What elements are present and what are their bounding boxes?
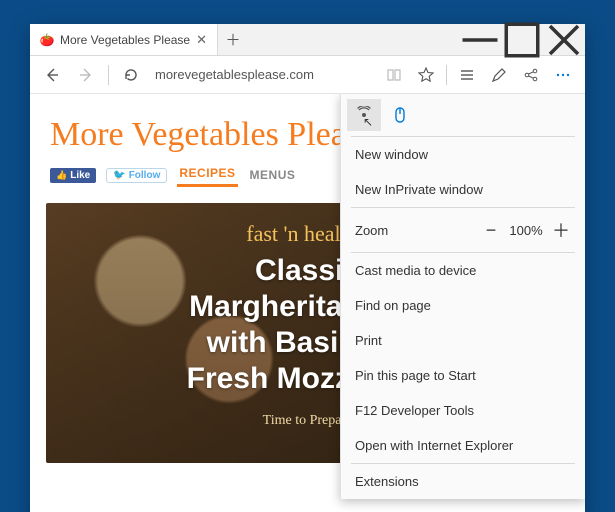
menu-zoom-row: Zoom − 100% ＋ bbox=[341, 208, 585, 252]
mouse-icon bbox=[391, 106, 409, 124]
menu-open-ie[interactable]: Open with Internet Explorer bbox=[341, 428, 585, 463]
minimize-button[interactable] bbox=[459, 24, 501, 55]
zoom-value: 100% bbox=[505, 223, 547, 238]
menu-new-inprivate[interactable]: New InPrivate window bbox=[341, 172, 585, 207]
menu-find[interactable]: Find on page bbox=[341, 288, 585, 323]
menu-print[interactable]: Print bbox=[341, 323, 585, 358]
title-bar: 🍅 More Vegetables Please ✕ ＋ bbox=[30, 24, 585, 56]
reading-view-button[interactable] bbox=[378, 60, 410, 90]
menu-new-window[interactable]: New window bbox=[341, 137, 585, 172]
pen-icon bbox=[491, 67, 507, 83]
zoom-label: Zoom bbox=[355, 223, 477, 238]
forward-button[interactable] bbox=[70, 60, 102, 90]
menu-cast[interactable]: Cast media to device bbox=[341, 253, 585, 288]
book-icon bbox=[386, 67, 402, 83]
more-button[interactable] bbox=[547, 60, 579, 90]
share-button[interactable] bbox=[515, 60, 547, 90]
menu-extension-icons: ↖ bbox=[341, 94, 585, 136]
tab-title: More Vegetables Please bbox=[60, 33, 190, 47]
refresh-button[interactable] bbox=[115, 60, 147, 90]
extension-icon-1[interactable]: ↖ bbox=[347, 99, 381, 131]
web-note-button[interactable] bbox=[483, 60, 515, 90]
close-window-button[interactable] bbox=[543, 24, 585, 55]
close-icon bbox=[543, 19, 585, 61]
nav-menus[interactable]: MENUS bbox=[248, 166, 298, 186]
forward-arrow-icon bbox=[78, 67, 94, 83]
settings-menu: ↖ New window New InPrivate window Zoom −… bbox=[340, 94, 585, 499]
new-tab-button[interactable]: ＋ bbox=[218, 24, 248, 55]
radar-icon bbox=[355, 106, 373, 124]
back-button[interactable] bbox=[36, 60, 68, 90]
tab-close-icon[interactable]: ✕ bbox=[196, 32, 207, 48]
hub-icon bbox=[459, 67, 475, 83]
maximize-icon bbox=[501, 19, 543, 61]
back-arrow-icon bbox=[44, 67, 60, 83]
zoom-out-button[interactable]: − bbox=[477, 216, 505, 244]
toolbar-divider bbox=[446, 65, 447, 85]
star-icon bbox=[418, 67, 434, 83]
favorite-button[interactable] bbox=[410, 60, 442, 90]
facebook-like-button[interactable]: Like bbox=[50, 168, 96, 183]
address-bar[interactable] bbox=[149, 62, 376, 88]
toolbar bbox=[30, 56, 585, 94]
twitter-follow-button[interactable]: Follow bbox=[106, 168, 167, 183]
browser-tab[interactable]: 🍅 More Vegetables Please ✕ bbox=[30, 24, 218, 55]
favicon-tomato-icon: 🍅 bbox=[40, 33, 54, 47]
maximize-button[interactable] bbox=[501, 24, 543, 55]
refresh-icon bbox=[123, 67, 139, 83]
more-dots-icon bbox=[555, 67, 571, 83]
nav-recipes[interactable]: RECIPES bbox=[177, 164, 237, 187]
hub-button[interactable] bbox=[451, 60, 483, 90]
zoom-in-button[interactable]: ＋ bbox=[547, 216, 575, 244]
menu-pin[interactable]: Pin this page to Start bbox=[341, 358, 585, 393]
toolbar-divider bbox=[108, 65, 109, 85]
extension-icon-2[interactable] bbox=[383, 99, 417, 131]
page-content: More Vegetables Please Like Follow RECIP… bbox=[30, 94, 585, 512]
menu-devtools[interactable]: F12 Developer Tools bbox=[341, 393, 585, 428]
menu-extensions[interactable]: Extensions bbox=[341, 464, 585, 499]
minimize-icon bbox=[459, 19, 501, 61]
share-icon bbox=[523, 67, 539, 83]
edge-window: 🍅 More Vegetables Please ✕ ＋ bbox=[30, 24, 585, 512]
